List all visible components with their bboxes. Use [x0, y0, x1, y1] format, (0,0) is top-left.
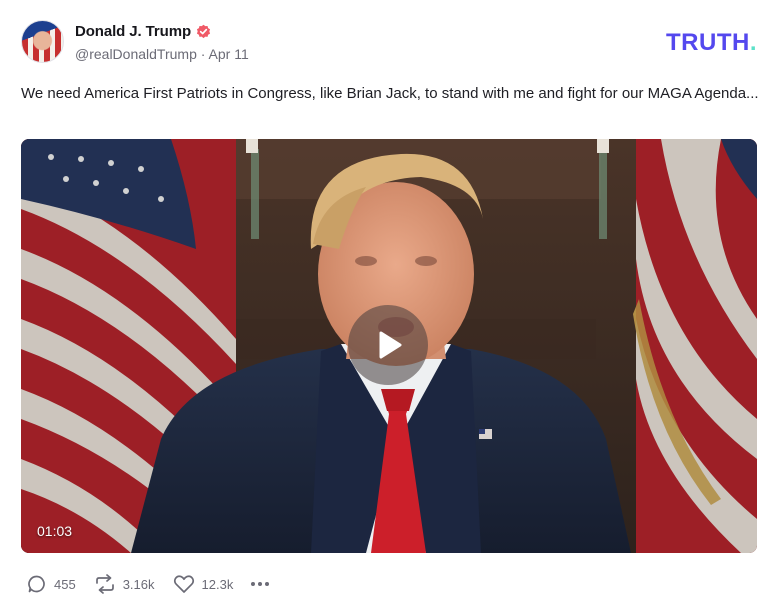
author-display-name[interactable]: Donald J. Trump: [75, 23, 191, 40]
retruth-icon: [95, 574, 114, 594]
reply-count: 455: [54, 576, 76, 592]
reply-button[interactable]: 455: [27, 574, 76, 594]
post-date[interactable]: Apr 11: [209, 46, 249, 62]
verified-badge-icon: [196, 24, 211, 39]
truth-logo-dot: .: [749, 29, 757, 56]
video-duration: 01:03: [37, 523, 73, 539]
like-count: 12.3k: [201, 576, 234, 592]
author-name-row: Donald J. Trump: [75, 23, 211, 40]
avatar[interactable]: [21, 20, 64, 63]
like-icon: [173, 575, 194, 593]
truth-logo-word: TRUTH: [666, 29, 750, 56]
author-meta: @realDonaldTrump · Apr 11: [75, 46, 249, 62]
author-handle[interactable]: @realDonaldTrump: [75, 46, 197, 62]
more-options-button[interactable]: [251, 574, 270, 594]
post-text: We need America First Patriots in Congre…: [21, 85, 759, 102]
video-player[interactable]: 01:03: [21, 139, 757, 553]
retruth-button[interactable]: 3.16k: [94, 574, 155, 594]
truth-logo[interactable]: TRUTH.: [666, 29, 757, 57]
like-button[interactable]: 12.3k: [173, 574, 234, 594]
play-icon: [379, 331, 402, 359]
retruth-count: 3.16k: [122, 576, 155, 592]
post-header: Donald J. Trump @realDonaldTrump · Apr 1…: [21, 20, 757, 66]
meta-separator: ·: [200, 46, 206, 62]
play-button[interactable]: [348, 305, 428, 385]
post-actions: 455 3.16k 12.3k: [27, 574, 270, 594]
reply-icon: [28, 575, 45, 593]
more-icon: [251, 582, 270, 586]
